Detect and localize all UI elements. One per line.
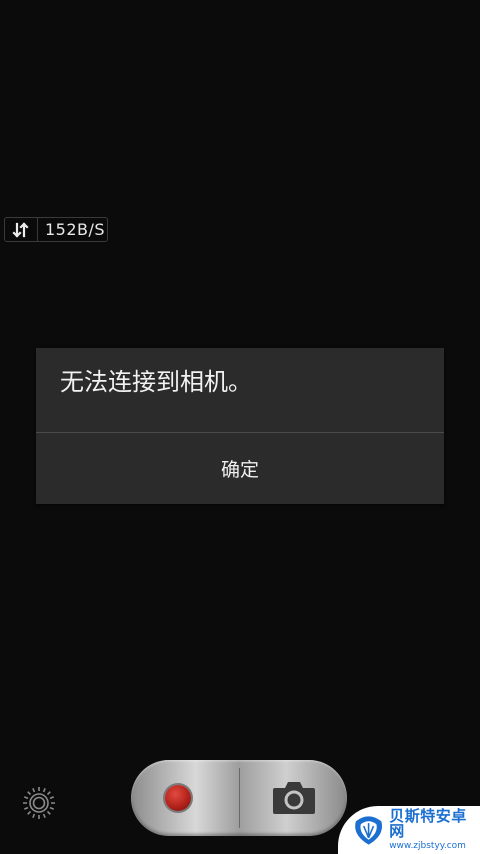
network-speed-value: 152B/S [45,220,106,239]
record-video-button[interactable] [131,760,239,836]
camera-icon [272,782,315,814]
take-photo-button[interactable] [240,760,347,836]
settings-button[interactable] [20,784,58,822]
watermark-url: www.zjbstyy.com [389,841,466,851]
up-down-arrows-icon [5,218,38,241]
network-speed-badge: 152B/S [4,217,108,242]
dialog-message: 无法连接到相机。 [60,368,252,396]
shell-logo-icon [355,816,383,845]
error-dialog: 无法连接到相机。 确定 [36,348,444,504]
gear-icon [23,787,55,819]
watermark-logo: 贝斯特安卓网 www.zjbstyy.com [338,806,480,854]
record-icon [165,785,191,811]
confirm-button[interactable]: 确定 [36,433,444,504]
watermark-title: 贝斯特安卓网 [389,807,467,840]
camera-screen: 152B/S 无法连接到相机。 确定 贝斯特安卓网 www.zjbstyy.co… [0,0,480,854]
capture-controls [131,760,347,836]
